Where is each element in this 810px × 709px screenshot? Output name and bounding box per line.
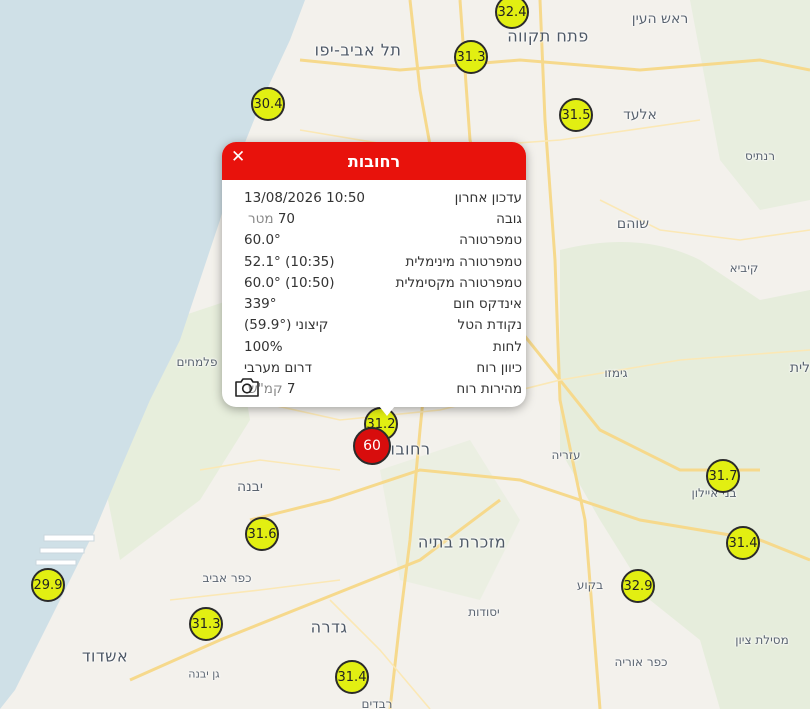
row-value: 60.0° [222, 232, 374, 248]
place-label-kfar-aviv: כפר אביב [202, 571, 252, 585]
row-value: 70 מטר [222, 211, 374, 227]
place-label-rantis: רנתיס [745, 149, 775, 163]
place-label-shoham: שוהם [616, 216, 650, 232]
row-value-text: דרום מערבי [244, 360, 312, 377]
popup-row-altitude: גובה 70 מטר [222, 208, 526, 229]
place-label-rosh-haayin: ראש העין [631, 11, 689, 27]
popup-row-wind-speed: מהירות רוח 7 קמ"ש [222, 379, 526, 400]
row-label: לחות [492, 338, 522, 355]
station-marker[interactable]: 31.3 [454, 40, 488, 74]
place-label-petah-tikva: פתח תקווה [507, 26, 589, 46]
station-marker[interactable]: 31.5 [559, 98, 593, 132]
place-label-gedera: גדרה [310, 617, 348, 637]
popup-row-dew-point: נקודת הטל קיצוני (59.9°) [222, 315, 526, 336]
row-label: עדכון אחרון [454, 189, 522, 206]
row-value: 339° [222, 296, 374, 312]
popup-row-heat-index: אינדקס חום 339° [222, 293, 526, 314]
row-label: אינדקס חום [453, 296, 522, 313]
row-label: טמפרטורה [459, 232, 522, 249]
station-marker[interactable]: 31.4 [335, 660, 369, 694]
place-label-revadim: רבדים [361, 697, 393, 709]
row-unit: מטר [248, 210, 274, 227]
place-label-bekoa: בקוע [576, 578, 604, 592]
station-marker[interactable]: 32.9 [621, 569, 655, 603]
place-label-ashdod: אשדוד [81, 646, 129, 666]
popup-rows: עדכון אחרון 13/08/2026 10:50 גובה 70 מטר… [222, 180, 526, 400]
popup-row-humidity: לחות 100% [222, 336, 526, 357]
station-marker[interactable]: 31.7 [706, 459, 740, 493]
row-value: 13/08/2026 10:50 [222, 190, 374, 206]
place-label-kfar-uria: כפר אוריה [614, 655, 668, 669]
row-value-text: קיצוני (59.9°) [244, 317, 329, 334]
row-label: גובה [496, 210, 522, 227]
row-value-text: 339° [244, 296, 277, 313]
station-popup: רחובות ✕ עדכון אחרון 13/08/2026 10:50 גו… [222, 142, 526, 407]
place-label-azaria: עזריה [551, 448, 581, 462]
row-label: נקודת הטל [457, 317, 522, 334]
place-label-mazkeret-batya: מזכרת בתיה [417, 532, 507, 552]
popup-row-min-temperature: טמפרטורה מינימלית 52.1° (10:35) [222, 251, 526, 272]
map[interactable]: ראש העין פתח תקווה תל אביב-יפו אלעד רנתי… [0, 0, 810, 709]
place-label-gan-yavne: גן יבנה [188, 667, 220, 681]
row-value: קיצוני (59.9°) [222, 317, 374, 333]
row-value: 100% [222, 339, 374, 355]
station-marker[interactable]: 31.6 [245, 517, 279, 551]
row-value-text: 100% [244, 338, 283, 355]
row-value-text: 70 [277, 210, 296, 227]
popup-row-wind-direction: כיוון רוח דרום מערבי [222, 357, 526, 378]
place-label-lit: לית [789, 360, 810, 376]
camera-icon[interactable] [234, 376, 260, 398]
place-label-mesilat-zion: מסילת ציון [735, 633, 789, 647]
row-value-text: 60.0° [244, 232, 281, 249]
station-marker[interactable]: 31.4 [726, 526, 760, 560]
row-label: מהירות רוח [456, 381, 522, 398]
popup-tip [379, 406, 395, 416]
popup-header: רחובות ✕ [222, 142, 526, 180]
popup-title: רחובות [347, 151, 401, 171]
place-label-palmachim: פלמחים [176, 355, 218, 369]
station-marker[interactable]: 31.3 [189, 607, 223, 641]
popup-row-max-temperature: טמפרטורה מקסימלית 60.0° (10:50) [222, 272, 526, 293]
place-label-yesodot: יסודות [468, 605, 500, 619]
place-label-tel-aviv-yafo: תל אביב-יפו [314, 40, 402, 60]
place-label-qibya: קיביא [729, 261, 759, 275]
row-label: טמפרטורה מינימלית [405, 253, 522, 270]
row-value: 60.0° (10:50) [222, 275, 374, 291]
row-label: טמפרטורה מקסימלית [395, 274, 522, 291]
place-label-yavne: יבנה [237, 479, 263, 495]
row-value: דרום מערבי [222, 360, 374, 376]
row-label: כיוון רוח [476, 360, 522, 377]
row-value-text: 60.0° (10:50) [244, 274, 335, 291]
station-marker[interactable]: 30.4 [251, 87, 285, 121]
station-marker[interactable]: 29.9 [31, 568, 65, 602]
row-value-text: 7 [286, 381, 296, 398]
row-value-text: 13/08/2026 10:50 [244, 189, 366, 206]
selected-station-marker[interactable]: 60 [353, 427, 391, 465]
place-label-elad: אלעד [623, 107, 657, 123]
popup-row-temperature: טמפרטורה 60.0° [222, 230, 526, 251]
row-value: 52.1° (10:35) [222, 254, 374, 270]
close-icon[interactable]: ✕ [231, 147, 245, 167]
row-value-text: 52.1° (10:35) [244, 253, 335, 270]
place-label-gimzo: גימזו [604, 366, 628, 380]
popup-row-last-update: עדכון אחרון 13/08/2026 10:50 [222, 187, 526, 208]
